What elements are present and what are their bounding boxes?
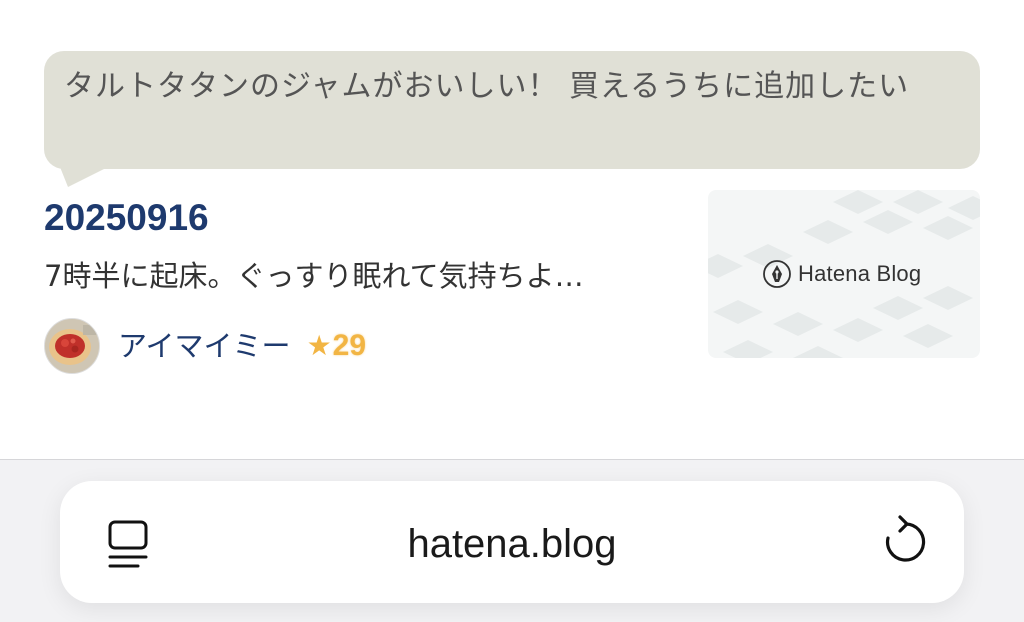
comment-text: タルトタタンのジャムがおいしい！ 買えるうちに追加したい bbox=[64, 69, 910, 104]
star-icon: ★ bbox=[306, 329, 332, 362]
tab-overview-icon[interactable] bbox=[104, 516, 154, 572]
thumbnail-logo-text: Hatena Blog bbox=[798, 261, 922, 286]
entry-excerpt[interactable]: 7時半に起床。ぐっすり眠れて気持ちよ… bbox=[44, 254, 664, 298]
pen-nib-icon bbox=[763, 260, 791, 288]
page: タルトタタンのジャムがおいしい！ 買えるうちに追加したい 20250916 7時… bbox=[0, 0, 1024, 622]
entry-thumbnail[interactable]: Hatena Blog bbox=[708, 190, 980, 358]
star-badge[interactable]: ★ 29 bbox=[307, 329, 366, 363]
author-row[interactable]: アイマイミー ★ 29 bbox=[44, 318, 366, 374]
avatar[interactable] bbox=[44, 318, 100, 374]
reload-icon[interactable] bbox=[876, 514, 932, 570]
hatena-blog-logo: Hatena Blog bbox=[762, 258, 921, 290]
star-count: 29 bbox=[332, 329, 367, 362]
entry-title[interactable]: 20250916 bbox=[44, 196, 209, 240]
comment-bubble-tail bbox=[60, 167, 108, 187]
author-name[interactable]: アイマイミー bbox=[118, 324, 291, 368]
url-text[interactable]: hatena.blog bbox=[300, 516, 724, 572]
comment-bubble: タルトタタンのジャムがおいしい！ 買えるうちに追加したい bbox=[44, 51, 980, 169]
